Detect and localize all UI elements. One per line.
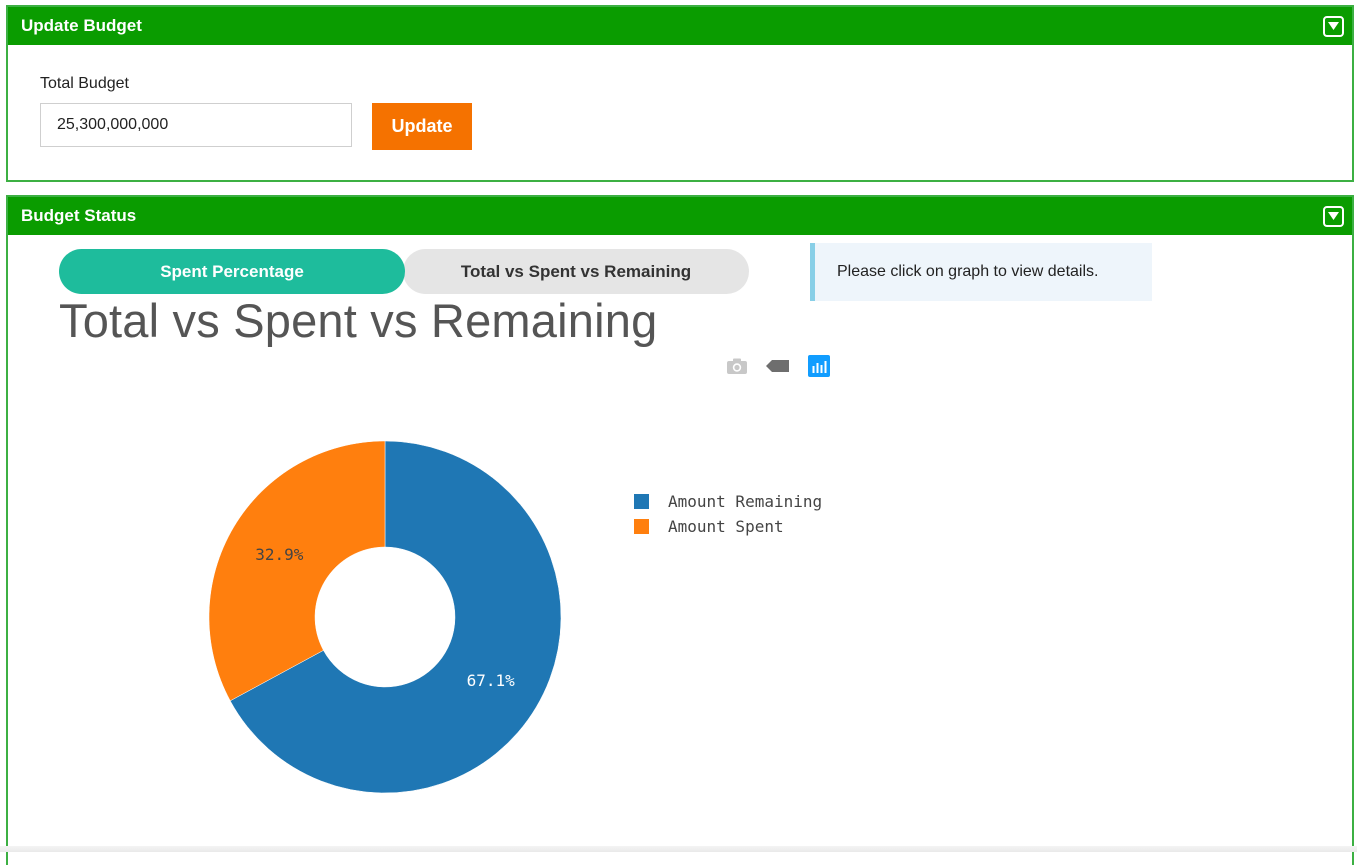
legend-label-spent: Amount Spent [668, 517, 784, 536]
budget-status-panel: Budget Status Spent Percentage Total vs … [6, 195, 1354, 865]
tab-spent-percentage[interactable]: Spent Percentage [59, 249, 405, 294]
slice-spent[interactable] [208, 440, 386, 702]
update-budget-title: Update Budget [21, 16, 142, 35]
chart-tabs: Spent Percentage Total vs Spent vs Remai… [59, 249, 749, 294]
total-budget-label: Total Budget [40, 75, 129, 92]
slice-label-remaining: 67.1% [467, 671, 516, 690]
chart-modebar [726, 355, 830, 377]
slice-label-spent: 32.9% [255, 545, 304, 564]
budget-status-title: Budget Status [21, 206, 137, 225]
collapse-toggle-icon[interactable] [1323, 205, 1344, 227]
chart-legend: Amount Remaining Amount Spent [634, 489, 822, 539]
info-message: Please click on graph to view details. [810, 243, 1152, 301]
legend-item-remaining[interactable]: Amount Remaining [634, 489, 822, 514]
total-budget-input[interactable] [40, 103, 352, 147]
legend-label-remaining: Amount Remaining [668, 492, 823, 511]
update-budget-panel: Update Budget Total Budget Update [6, 5, 1354, 182]
budget-status-header: Budget Status [8, 197, 1352, 235]
bottom-scroll-shadow [0, 846, 1357, 852]
plotly-logo-icon[interactable] [808, 355, 830, 377]
update-budget-header: Update Budget [8, 7, 1352, 45]
update-button[interactable]: Update [372, 103, 472, 150]
legend-item-spent[interactable]: Amount Spent [634, 514, 822, 539]
legend-swatch-remaining [634, 494, 649, 509]
camera-icon[interactable] [726, 358, 748, 375]
legend-swatch-spent [634, 519, 649, 534]
collapse-toggle-icon[interactable] [1323, 15, 1344, 37]
tab-total-vs-spent-vs-remaining[interactable]: Total vs Spent vs Remaining [403, 249, 749, 294]
chart-heading: Total vs Spent vs Remaining [59, 294, 658, 347]
tag-icon[interactable] [766, 359, 790, 373]
